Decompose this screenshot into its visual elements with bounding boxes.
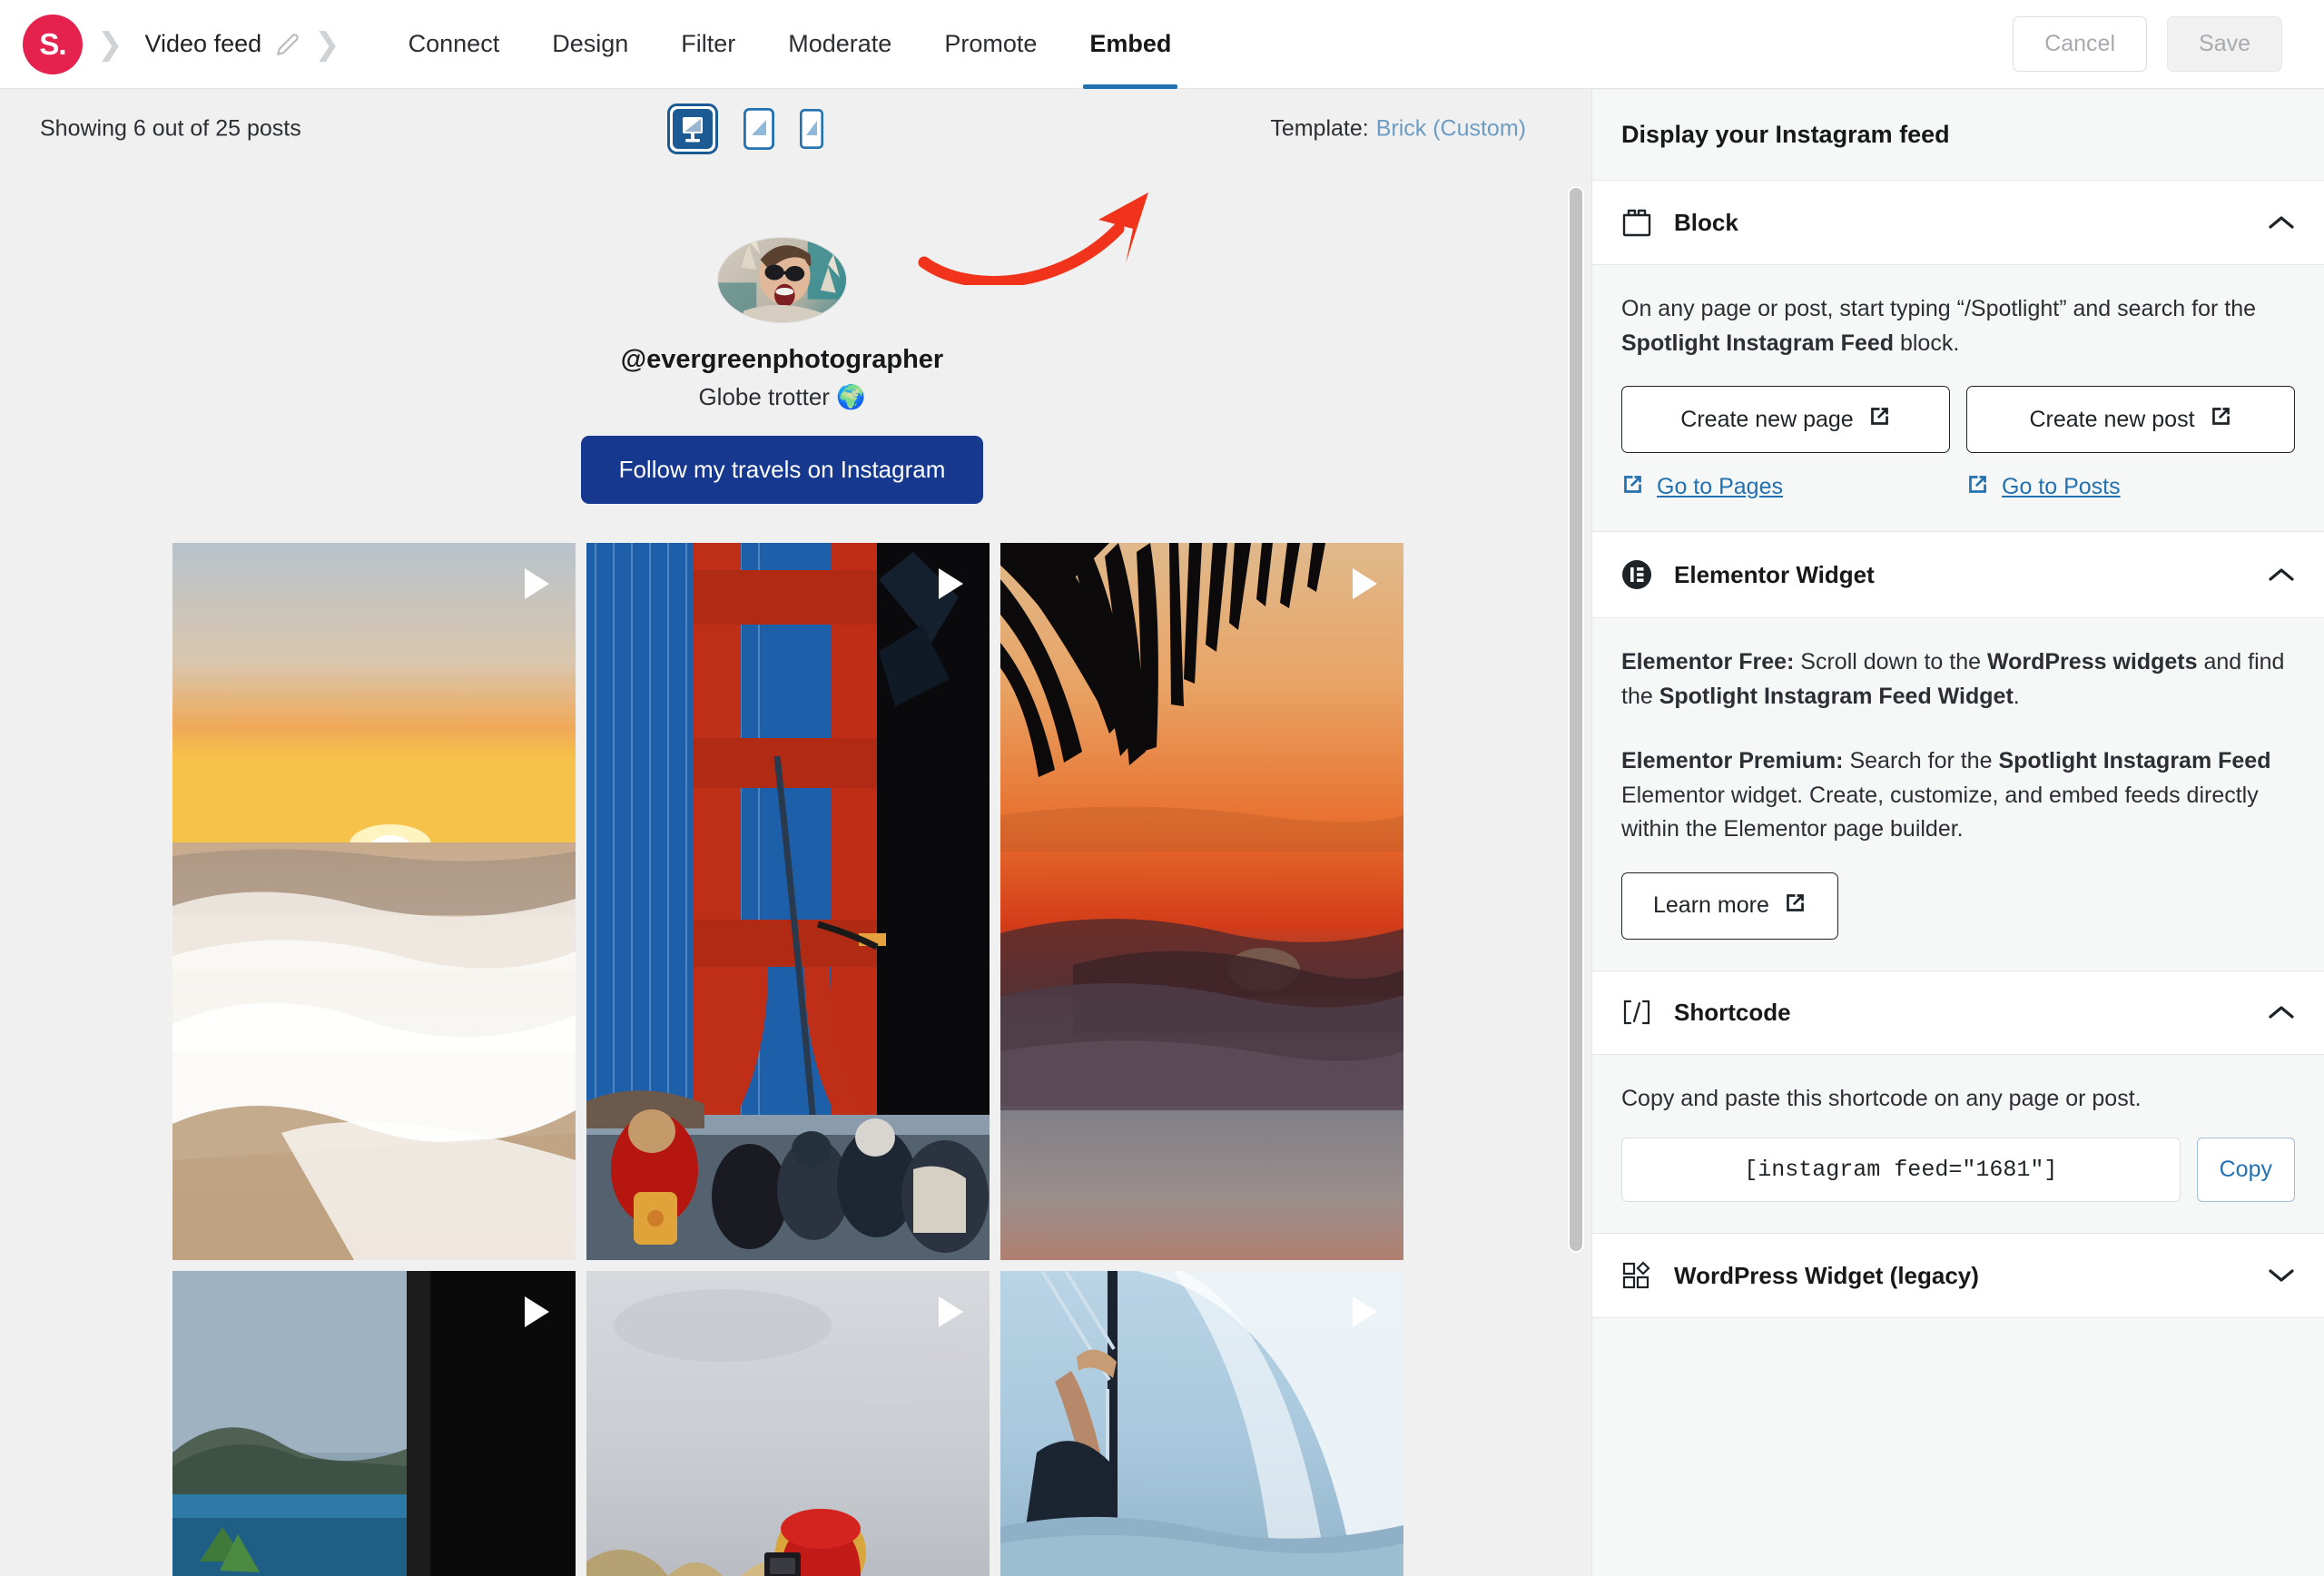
top-bar-actions: Cancel Save	[2013, 16, 2282, 72]
section-body-block: On any page or post, start typing “/Spot…	[1592, 265, 2324, 532]
go-to-posts-link[interactable]: Go to Posts	[2002, 474, 2121, 500]
elementor-free-label: Elementor Free:	[1621, 649, 1794, 675]
elementor-free-t1: Scroll down to the	[1794, 649, 1987, 675]
showing-posts-label: Showing 6 out of 25 posts	[40, 116, 301, 143]
post-tile-5[interactable]	[586, 1271, 990, 1576]
elementor-premium-t1: Search for the	[1844, 748, 1999, 773]
tab-bar: Connect Design Filter Moderate Promote E…	[382, 0, 1198, 89]
post-tile-4[interactable]	[172, 1271, 576, 1576]
go-to-posts-link-cell[interactable]: Go to Posts	[1966, 473, 2295, 500]
section-label-block: Block	[1674, 209, 1738, 237]
chevron-up-icon[interactable]	[2268, 566, 2295, 583]
device-tablet-button[interactable]	[743, 108, 774, 150]
tab-connect[interactable]: Connect	[382, 0, 527, 89]
section-label-wordpress-widget: WordPress Widget (legacy)	[1674, 1262, 1979, 1290]
save-button[interactable]: Save	[2167, 16, 2282, 72]
tab-design[interactable]: Design	[526, 0, 655, 89]
external-link-icon	[1621, 473, 1644, 500]
feed-name-label: Video feed	[145, 30, 262, 58]
breadcrumb-separator-2: ❯	[314, 29, 340, 60]
tab-moderate[interactable]: Moderate	[762, 0, 918, 89]
create-new-page-button[interactable]: Create new page	[1621, 386, 1950, 453]
elementor-premium-t2: Elementor widget. Create, customize, and…	[1621, 783, 2259, 842]
embed-sidebar: Display your Instagram feed Block On any…	[1591, 90, 2324, 1576]
chevron-up-icon[interactable]	[2268, 214, 2295, 231]
template-name-link[interactable]: Brick (Custom)	[1376, 116, 1526, 142]
template-prefix: Template:	[1270, 116, 1368, 142]
create-new-page-label: Create new page	[1680, 407, 1853, 433]
preview-scrollbar-track[interactable]	[1568, 186, 1584, 1253]
shortcode-description: Copy and paste this shortcode on any pag…	[1621, 1082, 2295, 1117]
device-desktop-button[interactable]	[667, 103, 718, 154]
elementor-premium-text: Elementor Premium: Search for the Spotli…	[1621, 744, 2295, 847]
template-label: Template: Brick (Custom)	[1270, 116, 1526, 143]
block-desc-suffix: block.	[1894, 330, 1959, 356]
post-tile-2[interactable]	[586, 543, 990, 1260]
shortcode-value[interactable]: [instagram feed="1681"]	[1621, 1138, 2181, 1202]
block-description: On any page or post, start typing “/Spot…	[1621, 292, 2295, 360]
preview-scrollbar-thumb[interactable]	[1570, 188, 1582, 1251]
block-button-row: Create new page Create new post	[1621, 386, 2295, 453]
follow-button[interactable]: Follow my travels on Instagram	[581, 436, 984, 504]
external-link-icon	[1784, 891, 1807, 921]
learn-more-button[interactable]: Learn more	[1621, 872, 1838, 940]
avatar	[717, 237, 847, 323]
elementor-button-row: Learn more	[1621, 872, 2295, 940]
elementor-premium-b1: Spotlight Instagram Feed	[1998, 748, 2270, 773]
section-label-shortcode: Shortcode	[1674, 999, 1791, 1027]
device-toggle-group	[667, 103, 823, 154]
widget-grid-icon	[1621, 1261, 1656, 1290]
chevron-down-icon[interactable]	[2268, 1267, 2295, 1284]
elementor-premium-label: Elementor Premium:	[1621, 748, 1844, 773]
elementor-free-b1: WordPress widgets	[1987, 649, 2198, 675]
shortcode-row: [instagram feed="1681"] Copy	[1621, 1138, 2295, 1202]
top-bar: S. ❯ Video feed ❯ Connect Design Filter …	[0, 0, 2324, 89]
section-header-wordpress-widget[interactable]: WordPress Widget (legacy)	[1592, 1234, 2324, 1318]
elementor-free-t3: .	[2014, 684, 2020, 709]
cancel-button[interactable]: Cancel	[2013, 16, 2147, 72]
section-label-elementor: Elementor Widget	[1674, 561, 1875, 589]
profile-handle: @evergreenphotographer	[621, 345, 943, 375]
section-header-elementor[interactable]: Elementor Widget	[1592, 532, 2324, 618]
block-desc-bold: Spotlight Instagram Feed	[1621, 330, 1894, 356]
external-link-icon	[2210, 405, 2232, 434]
sidebar-filler	[1592, 1318, 2324, 1576]
pencil-icon[interactable]	[276, 33, 300, 56]
go-to-pages-link-cell[interactable]: Go to Pages	[1621, 473, 1950, 500]
device-mobile-button[interactable]	[800, 109, 823, 149]
tab-embed[interactable]: Embed	[1063, 0, 1197, 89]
tab-filter[interactable]: Filter	[655, 0, 762, 89]
sidebar-title: Display your Instagram feed	[1592, 90, 2324, 181]
post-tile-1[interactable]	[172, 543, 576, 1260]
post-grid	[172, 543, 1393, 1576]
create-new-post-label: Create new post	[2029, 407, 2194, 433]
elementor-free-b2: Spotlight Instagram Feed Widget	[1659, 684, 2014, 709]
elementor-free-text: Elementor Free: Scroll down to the WordP…	[1621, 645, 2295, 714]
post-tile-6[interactable]	[1000, 1271, 1403, 1576]
block-desc-prefix: On any page or post, start typing “/Spot…	[1621, 296, 2256, 321]
shortcode-icon	[1621, 999, 1656, 1026]
go-to-pages-link[interactable]: Go to Pages	[1657, 474, 1783, 500]
chevron-up-icon[interactable]	[2268, 1004, 2295, 1020]
section-header-shortcode[interactable]: Shortcode	[1592, 971, 2324, 1055]
instagram-feed-preview: @evergreenphotographer Globe trotter 🌍 F…	[0, 168, 1564, 1576]
tab-promote[interactable]: Promote	[918, 0, 1063, 89]
external-link-icon	[1966, 473, 1989, 500]
section-body-elementor: Elementor Free: Scroll down to the WordP…	[1592, 618, 2324, 971]
create-new-post-button[interactable]: Create new post	[1966, 386, 2295, 453]
spotlight-logo[interactable]: S.	[23, 15, 83, 74]
feed-preview-pane: Showing 6 out of 25 posts	[0, 90, 1564, 1576]
preview-toolbar: Showing 6 out of 25 posts	[0, 90, 1564, 168]
copy-button[interactable]: Copy	[2197, 1138, 2295, 1202]
block-icon	[1621, 208, 1656, 237]
section-body-shortcode: Copy and paste this shortcode on any pag…	[1592, 1055, 2324, 1235]
learn-more-label: Learn more	[1653, 892, 1769, 919]
external-link-icon	[1868, 405, 1891, 434]
profile-bio: Globe trotter 🌍	[698, 383, 865, 411]
post-tile-3[interactable]	[1000, 543, 1403, 1260]
elementor-icon	[1621, 559, 1656, 590]
section-header-block[interactable]: Block	[1592, 181, 2324, 265]
breadcrumb-separator-1: ❯	[97, 29, 123, 60]
block-link-row: Go to Pages Go to Posts	[1621, 473, 2295, 500]
